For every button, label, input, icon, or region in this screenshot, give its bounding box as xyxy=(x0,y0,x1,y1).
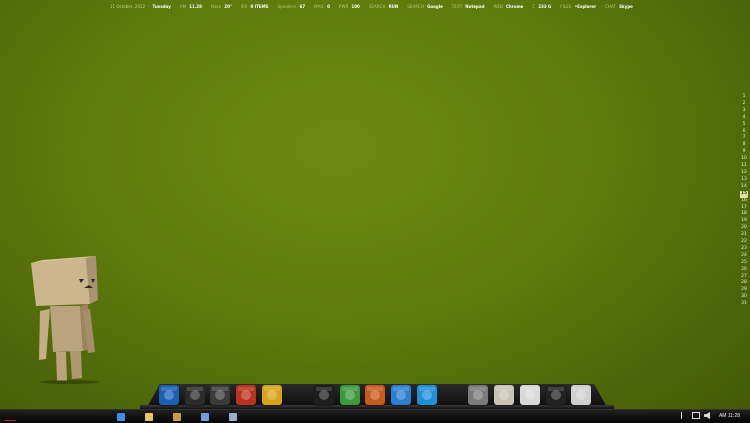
calendar-day[interactable]: 12 xyxy=(740,170,748,177)
text-segment[interactable]: TEXT Notepad xyxy=(452,3,485,11)
blue-panel-icon[interactable] xyxy=(391,385,411,405)
media-icon xyxy=(173,412,181,421)
run-search-segment[interactable]: SEARCH RUN xyxy=(369,3,398,11)
speakers-value: 67 xyxy=(299,4,306,9)
calendar-day[interactable]: 15 xyxy=(740,190,748,198)
chat-segment[interactable]: CHAT Skype xyxy=(605,3,633,11)
flag-icon[interactable] xyxy=(681,412,688,419)
scissors-tool-icon[interactable] xyxy=(546,385,566,405)
monitor-tray-icon[interactable] xyxy=(692,412,700,419)
search-run-value: RUN xyxy=(388,4,399,9)
speaker-icon[interactable] xyxy=(210,385,230,405)
web-value: Chrome xyxy=(505,4,524,9)
orange-speaker-icon[interactable] xyxy=(365,385,385,405)
date-segment: 11 October, 2012 - Tuesday xyxy=(110,4,171,9)
calendar-day[interactable]: 22 xyxy=(740,239,748,246)
ie-value: 0 ITEMS xyxy=(250,4,269,9)
drive-label: C xyxy=(532,4,536,9)
display-icon xyxy=(229,412,237,421)
haze-value: 20° xyxy=(224,4,232,9)
hazard-box-icon[interactable] xyxy=(468,385,488,405)
web-label: WEB xyxy=(493,4,503,9)
drive-value: 233 G xyxy=(538,4,552,9)
taskbar-clock[interactable]: AM 11:28 xyxy=(719,410,740,423)
calendar-day[interactable]: 13 xyxy=(740,177,748,184)
explorer-taskbar-button[interactable] xyxy=(136,411,162,422)
calendar-day[interactable]: 5 xyxy=(740,122,748,129)
calendar-day[interactable]: 31 xyxy=(740,301,748,308)
recycle-bin-icon[interactable] xyxy=(494,385,514,405)
volume-icon[interactable] xyxy=(704,412,710,419)
danbo-figure-image xyxy=(31,256,100,384)
time-text: 11.28 xyxy=(189,4,202,9)
calendar-day[interactable]: 26 xyxy=(740,267,748,274)
files-value: •Explorer xyxy=(574,4,597,9)
speakers-segment[interactable]: Speakers 67 xyxy=(277,3,305,11)
gold-emblem-icon[interactable] xyxy=(262,385,282,405)
status-bar: 11 October, 2012 - Tuesday AM 11.28 Haze… xyxy=(110,3,642,11)
ampm-text: AM xyxy=(179,4,187,9)
search-google-label: SEARCH xyxy=(407,4,425,9)
ie-taskbar-button[interactable] xyxy=(108,411,134,422)
start-button[interactable] xyxy=(4,413,16,421)
ie-segment[interactable]: IE9 0 ITEMS xyxy=(241,3,269,11)
pwr-label: PWR xyxy=(338,4,349,9)
chat-label: CHAT xyxy=(605,4,617,9)
monitor-icon[interactable] xyxy=(159,385,179,405)
ie-icon xyxy=(117,412,125,421)
calendar-day[interactable]: 1 xyxy=(740,94,748,101)
calendar-day[interactable]: 24 xyxy=(740,253,748,260)
chat-value: Skype xyxy=(619,4,633,9)
explorer-icon xyxy=(145,412,153,421)
power-segment: PWR 100 xyxy=(339,3,360,11)
pwr-value: 100 xyxy=(351,4,360,9)
media-taskbar-button[interactable] xyxy=(164,411,190,422)
calendar-day[interactable]: 16 xyxy=(740,198,748,205)
calendar-day[interactable]: 3 xyxy=(740,108,748,115)
network-icon xyxy=(201,412,209,421)
system-tray xyxy=(681,412,710,419)
media-player-icon[interactable] xyxy=(185,385,205,405)
text-value: Notepad xyxy=(465,4,485,9)
haze-label: Haze xyxy=(210,4,222,9)
weather-segment[interactable]: Haze 20° xyxy=(211,3,232,11)
date-text: 11 October, 2012 xyxy=(110,4,146,9)
display-taskbar-button[interactable] xyxy=(220,411,246,422)
gallery-icon[interactable] xyxy=(236,385,256,405)
mail-label: MAIL xyxy=(314,4,325,9)
taskbar: AM 11:28 xyxy=(0,409,750,423)
network-taskbar-button[interactable] xyxy=(192,411,218,422)
skype-icon[interactable] xyxy=(417,385,437,405)
search-google-value: Google xyxy=(427,4,443,9)
ie-label: IE9 xyxy=(240,4,248,9)
calendar-day[interactable]: 2 xyxy=(740,101,748,108)
calendar-day[interactable]: 14 xyxy=(740,184,748,191)
search-run-label: SEARCH xyxy=(368,4,386,9)
chrome-icon[interactable] xyxy=(340,385,360,405)
files-label: FILES xyxy=(560,4,572,9)
speakers-label: Speakers xyxy=(277,4,297,9)
drive-segment[interactable]: C 233 G xyxy=(532,3,551,11)
dark-bird-icon[interactable] xyxy=(314,385,334,405)
mail-segment[interactable]: MAIL 0 xyxy=(314,3,330,11)
calendar-day[interactable]: 25 xyxy=(740,260,748,267)
calendar-day[interactable]: 21 xyxy=(740,232,748,239)
text-label: TEXT xyxy=(451,4,463,9)
weekday-text: Tuesday xyxy=(152,4,171,9)
settings-gear-icon[interactable] xyxy=(520,385,540,405)
calendar-strip: 1 2 3 4 5 6 7 8 9 10 11 12 13 14 15 16 17 18 19 20 21 22 23 24 2… xyxy=(740,94,748,308)
control-panel-icon[interactable] xyxy=(571,385,591,405)
mail-value: 0 xyxy=(327,4,330,9)
time-segment: AM 11.28 xyxy=(180,3,202,11)
calendar-day[interactable]: 11 xyxy=(740,163,748,170)
calendar-day[interactable]: 4 xyxy=(740,115,748,122)
web-segment[interactable]: WEB Chrome xyxy=(493,3,523,11)
google-search-segment[interactable]: SEARCH Google xyxy=(407,3,443,11)
files-segment[interactable]: FILES •Explorer xyxy=(560,3,596,11)
calendar-day[interactable]: 23 xyxy=(740,246,748,253)
